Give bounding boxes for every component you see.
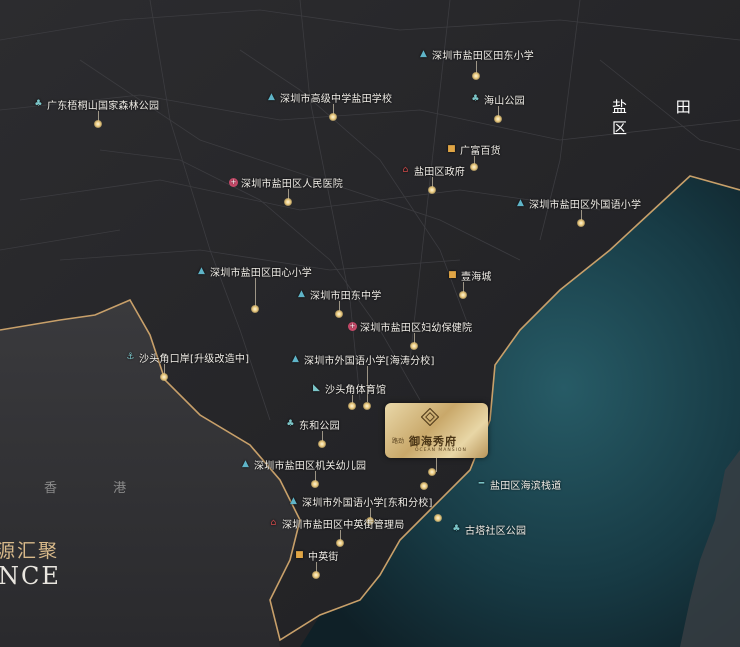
park-icon: ♣ <box>471 94 480 104</box>
poi-pin <box>329 113 337 121</box>
school-icon: ▲ <box>241 459 250 469</box>
school-icon: ▲ <box>267 92 276 102</box>
poi-pin <box>494 115 502 123</box>
poi-pin <box>428 186 436 194</box>
school-icon: ▲ <box>197 266 206 276</box>
poi-stem <box>255 278 256 306</box>
poi-tiandong-middle[interactable]: ▲ 深圳市田东中学 <box>296 287 381 302</box>
poi-pin <box>363 402 371 410</box>
hospital-icon: + <box>229 178 238 187</box>
school-icon: ▲ <box>419 49 428 59</box>
park-icon: ♣ <box>286 419 295 429</box>
shop-icon: ■ <box>295 550 304 560</box>
poi-pin <box>160 373 168 381</box>
region-label-hongkong: 香 港 <box>44 481 153 496</box>
school-icon: ▲ <box>289 496 298 506</box>
poi-pin <box>470 163 478 171</box>
poi-foreign-lang-haitao[interactable]: ▲ 深圳市外国语小学[海涛分校] <box>290 352 435 367</box>
poi-yantian-government[interactable]: ⌂ 盐田区政府 <box>400 163 465 178</box>
school-icon: ▲ <box>297 289 306 299</box>
poi-pin <box>348 402 356 410</box>
poi-tiandong-primary[interactable]: ▲ 深圳市盐田区田东小学 <box>418 47 534 62</box>
poi-shatoujiao-port[interactable]: ⚓ 沙头角口岸[升级改造中] <box>125 350 249 365</box>
poi-haishan-park[interactable]: ♣ 海山公园 <box>470 92 525 107</box>
poi-foreign-lang-donghe[interactable]: ▲ 深圳市外国语小学[东和分校] <box>288 494 433 509</box>
poi-pin <box>94 120 102 128</box>
school-icon: ▲ <box>516 198 525 208</box>
slogan-en: NCE <box>0 562 61 590</box>
poi-pin <box>459 291 467 299</box>
stadium-icon: ◣ <box>312 383 321 393</box>
poi-pin <box>472 72 480 80</box>
poi-donghe-park[interactable]: ♣ 东和公园 <box>285 417 340 432</box>
boardwalk-icon: ━ <box>478 479 485 489</box>
poi-yihaicheng[interactable]: ■ 壹海城 <box>447 268 492 283</box>
project-logo-icon <box>421 408 439 426</box>
poi-guangfu-store[interactable]: ■ 广富百货 <box>446 142 501 157</box>
poi-pin <box>318 440 326 448</box>
school-icon: ▲ <box>291 354 300 364</box>
project-pin <box>428 468 436 476</box>
government-icon: ⌂ <box>270 518 277 528</box>
project-name-en: OCEAN MANSION <box>415 448 467 453</box>
government-icon: ⌂ <box>402 165 409 175</box>
poi-pin <box>434 514 442 522</box>
hospital-icon: + <box>348 322 357 331</box>
poi-pin <box>336 539 344 547</box>
poi-pin <box>311 480 319 488</box>
poi-seaside-boardwalk[interactable]: ━ 盐田区海滨栈道 <box>476 477 562 492</box>
poi-tianxin-primary[interactable]: ▲ 深圳市盐田区田心小学 <box>196 264 312 279</box>
poi-pin <box>420 482 428 490</box>
poi-zhongying-admin[interactable]: ⌂ 深圳市盐田区中英街管理局 <box>268 516 405 531</box>
park-icon: ♣ <box>452 524 461 534</box>
region-label-yantian: 盐 田 区 <box>612 98 713 137</box>
poi-shatoujiao-stadium[interactable]: ◣ 沙头角体育馆 <box>311 381 386 396</box>
poi-guta-park[interactable]: ♣ 古塔社区公园 <box>451 522 526 537</box>
poi-maternal-health[interactable]: + 深圳市盐田区妇幼保健院 <box>348 319 472 334</box>
poi-wutong-park[interactable]: ♣ 广东梧桐山国家森林公园 <box>33 97 159 112</box>
shop-icon: ■ <box>447 144 456 154</box>
poi-pin <box>251 305 259 313</box>
poi-government-kindergarten[interactable]: ▲ 深圳市盐田区机关幼儿园 <box>240 457 366 472</box>
project-marker-ocean-mansion[interactable]: 路劲 御海秀府 OCEAN MANSION <box>385 403 488 458</box>
poi-pin <box>284 198 292 206</box>
poi-senior-high-yantian[interactable]: ▲ 深圳市高级中学盐田学校 <box>266 90 392 105</box>
shop-icon: ■ <box>448 270 457 280</box>
map-canvas[interactable]: 盐 田 区 香 港 源汇聚 NCE ▲ 深圳市盐田区田东小学 ♣ 广东梧桐山国家森林… <box>0 0 740 647</box>
poi-foreign-lang-primary[interactable]: ▲ 深圳市盐田区外国语小学 <box>515 196 641 211</box>
poi-peoples-hospital[interactable]: + 深圳市盐田区人民医院 <box>229 175 343 190</box>
slogan-cn: 源汇聚 <box>0 540 60 562</box>
poi-pin <box>577 219 585 227</box>
park-icon: ♣ <box>34 99 43 109</box>
poi-pin <box>312 571 320 579</box>
poi-zhongying-street[interactable]: ■ 中英街 <box>294 548 339 563</box>
poi-pin <box>335 310 343 318</box>
project-developer: 路劲 <box>392 438 405 445</box>
project-stem <box>436 458 437 472</box>
port-icon: ⚓ <box>126 352 135 362</box>
poi-pin <box>410 342 418 350</box>
project-name: 御海秀府 <box>409 435 457 448</box>
